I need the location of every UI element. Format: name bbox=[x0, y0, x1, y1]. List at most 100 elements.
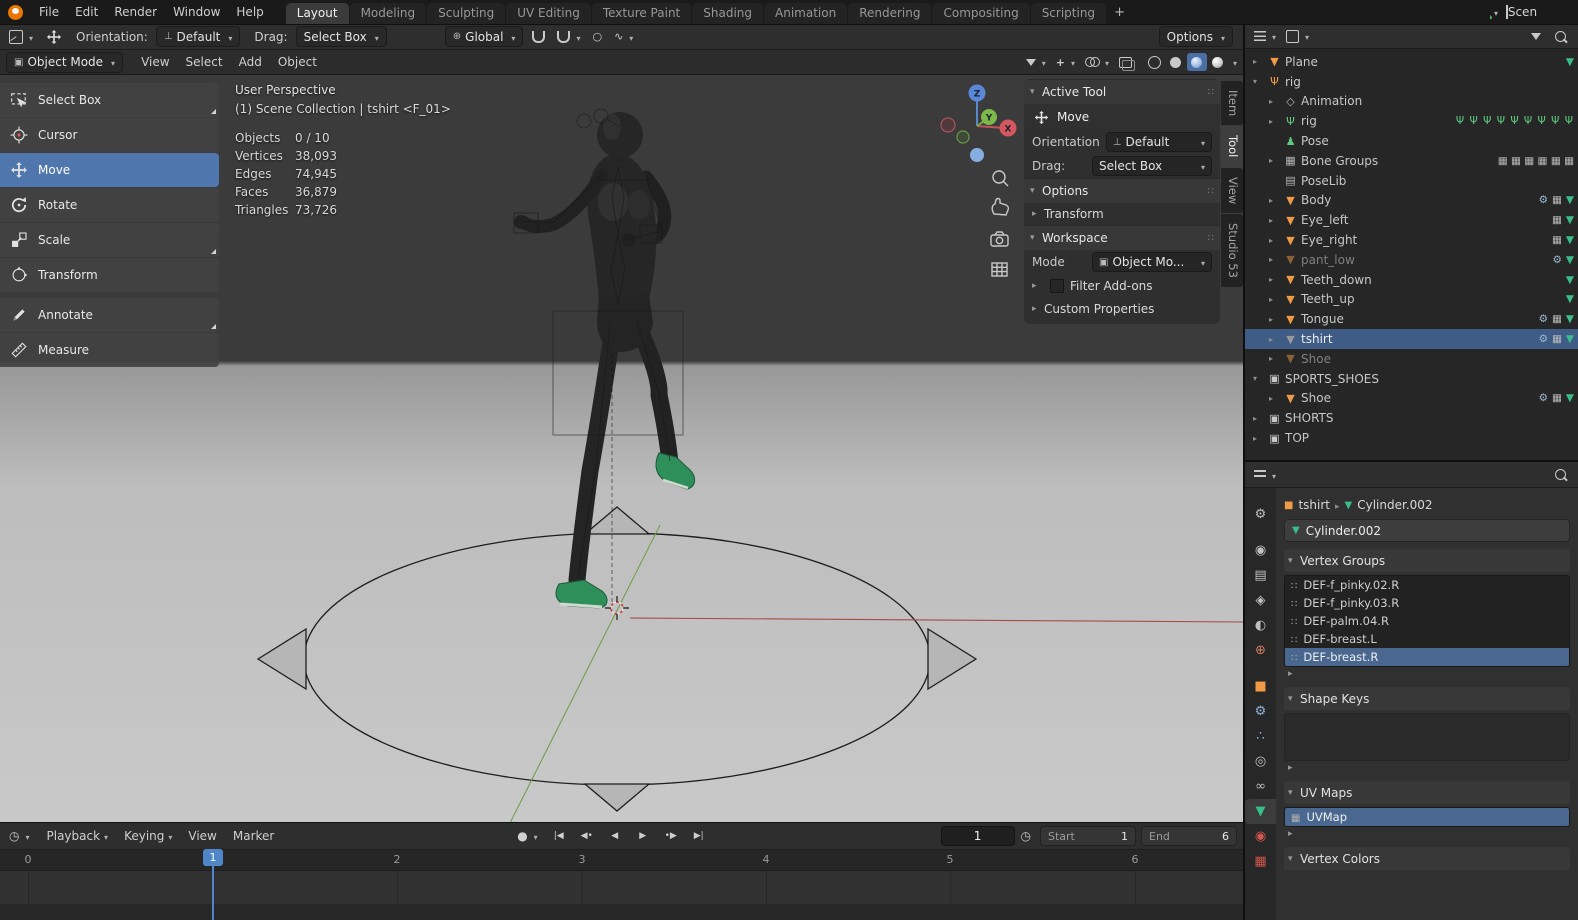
datablock-name[interactable]: PoseLib bbox=[1301, 174, 1346, 188]
mesh-data-icon[interactable] bbox=[1566, 313, 1574, 325]
jump-to-start-button[interactable]: |◀ bbox=[546, 827, 572, 845]
orientation-dropdown[interactable]: ⊥ Default bbox=[1105, 132, 1212, 152]
menu-item[interactable]: Help bbox=[228, 2, 271, 22]
vertex-group-icon[interactable] bbox=[1552, 392, 1562, 404]
render-tab[interactable] bbox=[1245, 538, 1276, 563]
floor-compass-widget[interactable] bbox=[256, 506, 978, 812]
outliner-row[interactable]: ▸ TOP bbox=[1245, 428, 1578, 448]
zoom-button[interactable] bbox=[992, 170, 1009, 187]
disclosure-triangle[interactable]: ▸ bbox=[1269, 196, 1282, 205]
disclosure-triangle[interactable] bbox=[1288, 556, 1300, 566]
shape-keys-specials-toggle[interactable] bbox=[1284, 761, 1570, 775]
outliner-row[interactable]: ▸ Shoe bbox=[1245, 389, 1578, 409]
outliner-row[interactable]: ▸ rig bbox=[1245, 111, 1578, 131]
transform-panel-header[interactable]: Transform bbox=[1024, 203, 1220, 225]
outliner-row[interactable]: ▸ Plane bbox=[1245, 52, 1578, 72]
jump-to-end-button[interactable]: ▶| bbox=[686, 827, 712, 845]
shading-material-button[interactable] bbox=[1186, 53, 1207, 71]
workspace-tab[interactable]: Modeling bbox=[349, 3, 427, 24]
outliner-row[interactable]: ▸ tshirt bbox=[1245, 329, 1578, 349]
object-tab[interactable] bbox=[1245, 674, 1276, 699]
pivot-orientation-dropdown[interactable]: ⊕ Global bbox=[444, 26, 524, 47]
workspace-tab[interactable]: Scripting bbox=[1030, 3, 1107, 24]
timeline-menu-item[interactable]: Keying bbox=[116, 826, 180, 846]
datablock-name[interactable]: Tongue bbox=[1301, 312, 1344, 326]
vertex-group-item[interactable]: DEF-f_pinky.03.R bbox=[1285, 594, 1569, 612]
datablock-name[interactable]: Shoe bbox=[1301, 352, 1331, 366]
gizmos-dropdown[interactable] bbox=[1053, 53, 1078, 71]
menu-item[interactable]: Render bbox=[106, 2, 165, 22]
datablock-name[interactable]: Plane bbox=[1285, 55, 1318, 69]
play-reverse-button[interactable]: ◀ bbox=[602, 827, 628, 845]
sidebar-tab[interactable]: Item bbox=[1221, 81, 1243, 126]
modifier-icon[interactable] bbox=[1539, 194, 1548, 206]
shape-keys-panel-header[interactable]: Shape Keys bbox=[1284, 687, 1570, 710]
disclosure-triangle[interactable]: ▸ bbox=[1269, 117, 1282, 126]
material-tab[interactable] bbox=[1245, 824, 1276, 849]
next-keyframe-button[interactable]: •▶ bbox=[658, 827, 684, 845]
outliner-row[interactable]: ▸ Eye_left bbox=[1245, 210, 1578, 230]
add-workspace-button[interactable]: + bbox=[1106, 3, 1133, 22]
vertex-group-icon[interactable] bbox=[1552, 313, 1562, 325]
timeline-menu-item[interactable]: Playback bbox=[39, 826, 117, 846]
workspace-tab[interactable]: Rendering bbox=[848, 3, 932, 24]
workspace-mode-dropdown[interactable]: ▣ Object Mo... bbox=[1092, 252, 1212, 272]
datablock-name[interactable]: Teeth_up bbox=[1301, 292, 1355, 306]
mesh-data-icon[interactable] bbox=[1566, 274, 1574, 286]
pan-button[interactable] bbox=[991, 197, 1010, 216]
panel-grip-icon[interactable]: ∷ bbox=[1208, 87, 1214, 98]
mesh-data-icon[interactable] bbox=[1566, 254, 1574, 266]
breadcrumb-data[interactable]: Cylinder.002 bbox=[1357, 498, 1432, 512]
datablock-name-field[interactable]: ▼ Cylinder.002 bbox=[1284, 519, 1570, 542]
play-button[interactable]: ▶ bbox=[630, 827, 656, 845]
axis-neg-x-ball[interactable] bbox=[940, 117, 956, 133]
shading-solid-button[interactable] bbox=[1166, 53, 1186, 71]
editor-type-button[interactable] bbox=[1251, 28, 1279, 44]
viewport-menu-item[interactable]: Object bbox=[270, 52, 325, 72]
outliner-row[interactable]: ▸ Teeth_up bbox=[1245, 290, 1578, 310]
tool-rotate[interactable]: Rotate bbox=[0, 188, 219, 222]
uv-maps-specials-toggle[interactable] bbox=[1284, 827, 1570, 841]
outliner-row[interactable]: Pose bbox=[1245, 131, 1578, 151]
timeline-menu-item[interactable]: Marker bbox=[225, 826, 282, 846]
outliner-row[interactable]: ▸ Tongue bbox=[1245, 309, 1578, 329]
datablock-name[interactable]: Eye_right bbox=[1301, 233, 1357, 247]
grid-ortho-button[interactable] bbox=[991, 262, 1008, 277]
display-mode-dropdown[interactable] bbox=[1283, 28, 1312, 44]
active-tool-panel-header[interactable]: Active Tool ∷ bbox=[1024, 79, 1220, 104]
disclosure-triangle[interactable] bbox=[1030, 87, 1042, 97]
search-icon[interactable] bbox=[1555, 30, 1566, 42]
playhead[interactable]: 1 bbox=[203, 849, 223, 920]
axis-neg-y-ball[interactable] bbox=[956, 130, 970, 144]
visibility-filter-dropdown[interactable] bbox=[1023, 53, 1049, 71]
mesh-data-icon[interactable] bbox=[1566, 214, 1574, 226]
vertex-group-icon[interactable] bbox=[1552, 214, 1562, 226]
vertex-group-item[interactable]: DEF-breast.L bbox=[1285, 630, 1569, 648]
panel-grip-icon[interactable]: ∷ bbox=[1208, 186, 1214, 197]
scene-name[interactable]: Scen bbox=[1508, 5, 1537, 19]
menu-item[interactable]: Window bbox=[165, 2, 228, 22]
outliner-row[interactable]: ▸ Animation bbox=[1245, 92, 1578, 112]
disclosure-triangle[interactable]: ▸ bbox=[1269, 156, 1282, 165]
disclosure-triangle[interactable]: ▸ bbox=[1253, 57, 1266, 66]
tool-annotate[interactable]: Annotate bbox=[0, 298, 219, 332]
axis-neg-z-ball[interactable] bbox=[970, 148, 984, 162]
texture-tab[interactable] bbox=[1245, 849, 1276, 874]
disclosure-triangle[interactable]: ▸ bbox=[1269, 335, 1282, 344]
outliner-row[interactable]: ▸ Bone Groups bbox=[1245, 151, 1578, 171]
workspace-tab[interactable]: UV Editing bbox=[506, 3, 591, 24]
vertex-groups-panel-header[interactable]: Vertex Groups bbox=[1284, 549, 1570, 572]
modifier-icon[interactable] bbox=[1539, 333, 1548, 345]
disclosure-triangle[interactable]: ▾ bbox=[1253, 77, 1266, 86]
disclosure-triangle[interactable] bbox=[1030, 186, 1042, 196]
outliner-row[interactable]: ▸ Eye_right bbox=[1245, 230, 1578, 250]
drag-dropdown[interactable]: Select Box bbox=[295, 26, 387, 47]
transform-orientation-dropdown[interactable]: ⊥ Default bbox=[155, 26, 241, 47]
mesh-data-icon[interactable] bbox=[1566, 392, 1574, 404]
current-frame-field[interactable]: 1 bbox=[940, 826, 1015, 846]
overlays-dropdown[interactable] bbox=[1082, 53, 1112, 71]
viewport-menu-item[interactable]: View bbox=[133, 52, 177, 72]
workspace-panel-header[interactable]: Workspace ∷ bbox=[1024, 225, 1220, 250]
datablock-name[interactable]: Bone Groups bbox=[1301, 154, 1378, 168]
constraints-tab[interactable] bbox=[1245, 774, 1276, 799]
